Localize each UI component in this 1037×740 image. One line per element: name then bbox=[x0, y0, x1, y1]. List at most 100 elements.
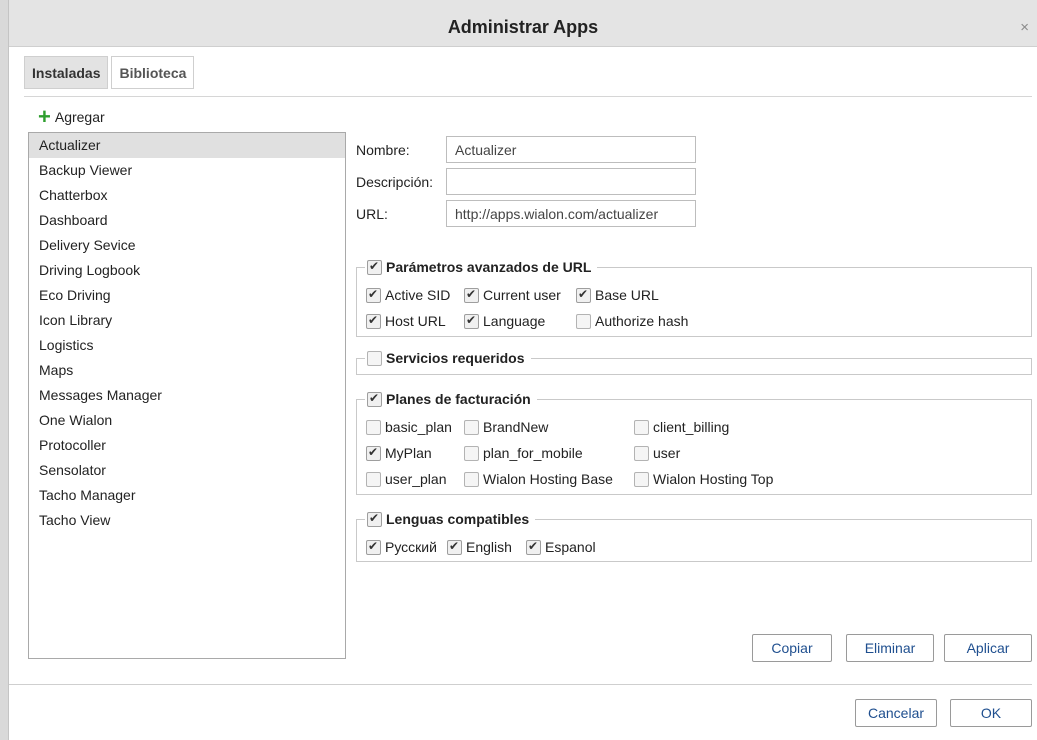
footer-divider bbox=[9, 684, 1032, 685]
base-url-label: Base URL bbox=[595, 287, 659, 303]
left-edge-strip bbox=[0, 0, 9, 740]
option-host-url[interactable]: Host URL bbox=[366, 311, 446, 331]
dialog-title-bar: Administrar Apps × bbox=[9, 0, 1037, 47]
plan-user-plan[interactable]: user_plan bbox=[366, 469, 447, 489]
add-app-button[interactable]: + Agregar bbox=[38, 104, 105, 129]
apply-button[interactable]: Aplicar bbox=[944, 634, 1032, 662]
required-services-checkbox[interactable] bbox=[367, 350, 382, 366]
plan-user[interactable]: user bbox=[634, 443, 680, 463]
option-base-url[interactable]: Base URL bbox=[576, 285, 659, 305]
tab-biblioteca[interactable]: Biblioteca bbox=[111, 56, 195, 89]
app-list-item[interactable]: Logistics bbox=[29, 333, 345, 358]
language-espanol[interactable]: Espanol bbox=[526, 537, 596, 557]
plan-label: user bbox=[653, 445, 681, 461]
language-checkbox[interactable] bbox=[526, 539, 541, 555]
plan-label: plan_for_mobile bbox=[483, 445, 583, 461]
delete-button[interactable]: Eliminar bbox=[846, 634, 934, 662]
name-input[interactable] bbox=[446, 136, 696, 163]
plan-label: Wialon Hosting Base bbox=[483, 471, 613, 487]
url-row: URL: bbox=[356, 201, 446, 227]
advanced-url-fieldset: Parámetros avanzados de URL bbox=[356, 257, 1032, 337]
app-list[interactable]: Actualizer Backup Viewer Chatterbox Dash… bbox=[28, 132, 346, 659]
app-list-item[interactable]: Actualizer bbox=[29, 133, 345, 158]
url-input[interactable] bbox=[446, 200, 696, 227]
host-url-label: Host URL bbox=[385, 313, 446, 329]
app-list-item[interactable]: Tacho View bbox=[29, 508, 345, 533]
host-url-checkbox[interactable] bbox=[366, 313, 381, 329]
app-list-item[interactable]: Icon Library bbox=[29, 308, 345, 333]
plan-checkbox[interactable] bbox=[464, 419, 479, 435]
copy-button[interactable]: Copiar bbox=[752, 634, 832, 662]
app-list-item[interactable]: Sensolator bbox=[29, 458, 345, 483]
plan-checkbox[interactable] bbox=[634, 445, 649, 461]
app-list-item[interactable]: Tacho Manager bbox=[29, 483, 345, 508]
plan-wialon-hosting-top[interactable]: Wialon Hosting Top bbox=[634, 469, 773, 489]
close-icon[interactable]: × bbox=[1020, 20, 1029, 35]
plan-checkbox[interactable] bbox=[634, 419, 649, 435]
billing-plans-legend[interactable]: Planes de facturación bbox=[365, 389, 537, 409]
app-list-item[interactable]: Backup Viewer bbox=[29, 158, 345, 183]
plan-checkbox[interactable] bbox=[366, 419, 381, 435]
app-list-item[interactable]: Driving Logbook bbox=[29, 258, 345, 283]
language-label: Espanol bbox=[545, 539, 596, 555]
cancel-button[interactable]: Cancelar bbox=[855, 699, 937, 727]
add-app-label: Agregar bbox=[54, 109, 105, 125]
tab-instaladas[interactable]: Instaladas bbox=[24, 56, 109, 89]
app-list-item[interactable]: One Wialon bbox=[29, 408, 345, 433]
language-russian[interactable]: Русский bbox=[366, 537, 437, 557]
base-url-checkbox[interactable] bbox=[576, 287, 591, 303]
plan-for-mobile[interactable]: plan_for_mobile bbox=[464, 443, 583, 463]
tabs-divider bbox=[24, 96, 1032, 97]
plan-checkbox[interactable] bbox=[634, 471, 649, 487]
required-services-legend[interactable]: Servicios requeridos bbox=[365, 348, 531, 368]
active-sid-checkbox[interactable] bbox=[366, 287, 381, 303]
billing-plans-checkbox[interactable] bbox=[367, 391, 382, 407]
plan-client-billing[interactable]: client_billing bbox=[634, 417, 729, 437]
advanced-url-legend[interactable]: Parámetros avanzados de URL bbox=[365, 257, 598, 277]
url-label: URL: bbox=[356, 206, 388, 222]
description-input[interactable] bbox=[446, 168, 696, 195]
option-language[interactable]: Language bbox=[464, 311, 545, 331]
app-list-item[interactable]: Chatterbox bbox=[29, 183, 345, 208]
app-list-item[interactable]: Eco Driving bbox=[29, 283, 345, 308]
plan-label: MyPlan bbox=[385, 445, 432, 461]
plan-myplan[interactable]: MyPlan bbox=[366, 443, 432, 463]
language-label: Language bbox=[483, 313, 546, 329]
plan-checkbox[interactable] bbox=[464, 471, 479, 487]
languages-checkbox[interactable] bbox=[367, 511, 382, 527]
languages-legend[interactable]: Lenguas compatibles bbox=[365, 509, 536, 529]
authorize-hash-label: Authorize hash bbox=[595, 313, 689, 329]
app-list-item[interactable]: Dashboard bbox=[29, 208, 345, 233]
plan-checkbox[interactable] bbox=[366, 445, 381, 461]
app-list-item[interactable]: Protocoller bbox=[29, 433, 345, 458]
advanced-url-checkbox[interactable] bbox=[367, 259, 382, 275]
current-user-label: Current user bbox=[483, 287, 561, 303]
plan-label: basic_plan bbox=[385, 419, 452, 435]
plan-basic-plan[interactable]: basic_plan bbox=[366, 417, 452, 437]
plan-checkbox[interactable] bbox=[464, 445, 479, 461]
current-user-checkbox[interactable] bbox=[464, 287, 479, 303]
language-checkbox[interactable] bbox=[366, 539, 381, 555]
language-english[interactable]: English bbox=[447, 537, 512, 557]
required-services-label: Servicios requeridos bbox=[386, 350, 525, 366]
app-list-item[interactable]: Messages Manager bbox=[29, 383, 345, 408]
language-checkbox[interactable] bbox=[464, 313, 479, 329]
plan-checkbox[interactable] bbox=[366, 471, 381, 487]
plus-icon: + bbox=[38, 104, 51, 129]
language-checkbox[interactable] bbox=[447, 539, 462, 555]
ok-button[interactable]: OK bbox=[950, 699, 1032, 727]
active-sid-label: Active SID bbox=[385, 287, 451, 303]
option-authorize-hash[interactable]: Authorize hash bbox=[576, 311, 688, 331]
name-label: Nombre: bbox=[356, 142, 410, 158]
option-active-sid[interactable]: Active SID bbox=[366, 285, 450, 305]
name-row: Nombre: bbox=[356, 137, 446, 163]
authorize-hash-checkbox[interactable] bbox=[576, 313, 591, 329]
description-label: Descripción: bbox=[356, 174, 434, 190]
plan-wialon-hosting-base[interactable]: Wialon Hosting Base bbox=[464, 469, 613, 489]
option-current-user[interactable]: Current user bbox=[464, 285, 561, 305]
plan-brandnew[interactable]: BrandNew bbox=[464, 417, 548, 437]
app-list-item[interactable]: Maps bbox=[29, 358, 345, 383]
plan-label: user_plan bbox=[385, 471, 447, 487]
billing-plans-label: Planes de facturación bbox=[386, 391, 531, 407]
app-list-item[interactable]: Delivery Sevice bbox=[29, 233, 345, 258]
